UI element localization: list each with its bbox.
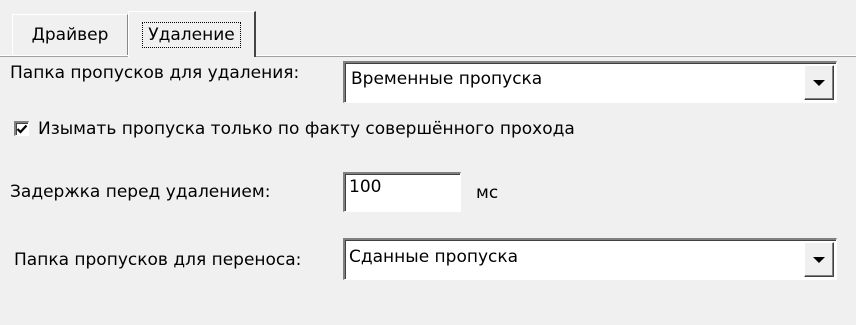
chevron-down-icon: [813, 256, 825, 263]
tab-driver[interactable]: Драйвер: [12, 14, 128, 55]
chevron-down-icon: [813, 79, 825, 86]
delete-folder-value: Временные пропуска: [351, 69, 543, 89]
tab-driver-label: Драйвер: [31, 25, 109, 45]
delete-folder-label: Папка пропусков для удаления:: [10, 63, 300, 83]
delete-folder-dropdown-button[interactable]: [804, 65, 834, 100]
transfer-folder-select[interactable]: Сданные пропуска: [343, 238, 837, 280]
tab-strip: Драйвер Удаление: [0, 0, 856, 58]
transfer-folder-label: Папка пропусков для переноса:: [14, 250, 302, 270]
checkmark-icon: [16, 124, 28, 134]
delete-folder-select[interactable]: Временные пропуска: [343, 61, 837, 103]
tab-deletion-label: Удаление: [142, 21, 241, 48]
delete-delay-input[interactable]: 100: [343, 172, 461, 212]
confiscate-label[interactable]: Изымать пропуска только по факту совершё…: [38, 119, 575, 139]
transfer-folder-value: Сданные пропуска: [349, 247, 519, 267]
transfer-folder-dropdown-button[interactable]: [804, 242, 834, 277]
delete-delay-label: Задержка перед удалением:: [10, 182, 271, 202]
delete-delay-unit: мс: [476, 183, 499, 203]
tab-deletion[interactable]: Удаление: [128, 11, 256, 57]
confiscate-checkbox[interactable]: [14, 121, 29, 136]
delete-delay-value: 100: [349, 177, 382, 197]
